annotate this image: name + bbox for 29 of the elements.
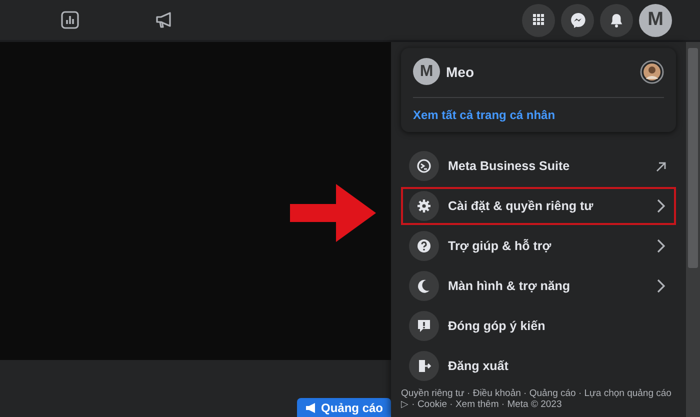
grid-icon bbox=[532, 13, 546, 27]
footer-links: Quyền riêng tư · Điều khoản · Quảng cáo · Lựa chọn quảng cáo ▷ · Cookie · Xem thêm · Meta © 2023 bbox=[401, 388, 672, 410]
menu-grid-button[interactable] bbox=[522, 4, 555, 36]
see-all-profiles-link[interactable]: Xem tất cả trang cá nhân bbox=[413, 108, 556, 122]
scrollbar-thumb[interactable] bbox=[688, 48, 698, 268]
messenger-icon bbox=[570, 12, 586, 28]
profile-name[interactable]: Meo bbox=[446, 64, 634, 80]
menu-item[interactable]: Đóng góp ý kiến bbox=[401, 307, 676, 345]
menu-item[interactable]: Đăng xuất bbox=[401, 347, 676, 385]
settings-icon bbox=[416, 198, 432, 214]
megaphone-icon bbox=[304, 402, 317, 414]
profile-avatar: M bbox=[413, 58, 440, 85]
moon-icon bbox=[416, 278, 432, 294]
menu-item[interactable]: Trợ giúp & hỗ trợ bbox=[401, 227, 676, 265]
help-icon bbox=[416, 238, 432, 254]
account-button[interactable]: M bbox=[639, 4, 672, 36]
menu-item[interactable]: Màn hình & trợ năng bbox=[401, 267, 676, 305]
feedback-icon bbox=[416, 318, 432, 334]
ad-button[interactable]: Quảng cáo bbox=[296, 398, 391, 417]
chart-icon[interactable] bbox=[60, 10, 80, 30]
menu-item[interactable]: Cài đặt & quyền riêng tư bbox=[401, 187, 676, 225]
bell-icon bbox=[609, 12, 624, 28]
menu-item[interactable]: Meta Business Suite bbox=[401, 147, 676, 185]
switch-profile-icon[interactable] bbox=[640, 60, 664, 84]
business-suite-icon bbox=[416, 158, 432, 174]
megaphone-icon[interactable] bbox=[154, 10, 174, 30]
notifications-button[interactable] bbox=[600, 4, 633, 36]
logout-icon bbox=[416, 358, 432, 374]
messenger-button[interactable] bbox=[561, 4, 594, 36]
